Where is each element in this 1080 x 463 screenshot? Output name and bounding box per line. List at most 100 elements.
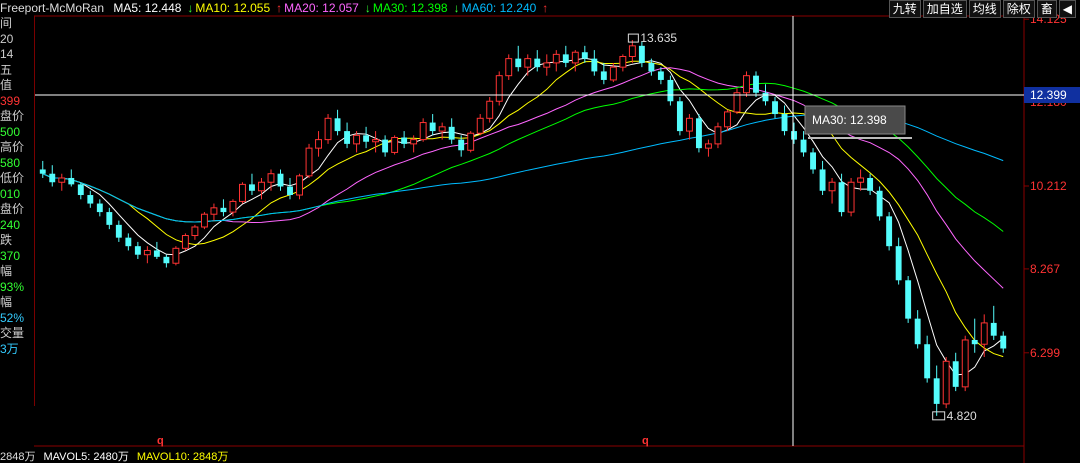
candle-body-71 — [714, 126, 722, 145]
candle-body-36 — [382, 139, 389, 153]
left-panel-row-9: 580 — [0, 155, 21, 170]
low-marker-box — [932, 411, 946, 421]
candle-body-38 — [401, 137, 408, 144]
candle-body-50 — [515, 58, 522, 68]
candle-body-43 — [448, 126, 455, 140]
toolbar-button-4[interactable]: 畜 — [1036, 0, 1057, 18]
ma-value-2: MA20: 12.057 — [284, 1, 359, 15]
candle-body-1 — [49, 173, 56, 183]
candle-body-62 — [628, 45, 636, 57]
candle-body-8 — [115, 224, 122, 238]
candle-body-75 — [753, 75, 759, 93]
candle-body-35 — [372, 139, 380, 143]
candle-body-66 — [667, 79, 674, 102]
candle-body-77 — [772, 101, 778, 115]
ma-value-4: MA60: 12.240 — [461, 1, 537, 15]
candle-body-82 — [819, 169, 826, 191]
candle-body-39 — [410, 139, 418, 145]
candle-body-51 — [524, 58, 532, 68]
candle-body-57 — [581, 52, 588, 59]
candle-body-87 — [867, 177, 874, 191]
candle-body-49 — [505, 58, 513, 77]
candle-body-86 — [857, 177, 865, 183]
candle-body-54 — [552, 53, 560, 64]
left-panel-row-15: 370 — [0, 248, 21, 263]
volume-item-0: 2848万 — [0, 451, 36, 463]
candle-body-3 — [68, 177, 75, 185]
stock-name: Freeport-McMoRan — [0, 1, 105, 15]
candle-body-58 — [591, 58, 598, 72]
candle-body-84 — [838, 182, 845, 213]
ma-value-1: MA10: 12.055 — [195, 1, 271, 15]
candle-body-79 — [791, 131, 797, 140]
left-panel-row-11: 010 — [0, 186, 21, 201]
candle-body-24 — [267, 173, 275, 183]
candle-body-74 — [743, 75, 750, 94]
candle-body-73 — [733, 92, 741, 113]
candle-body-2 — [58, 177, 66, 183]
volume-item-2: MAVOL10: 2848万 — [136, 451, 229, 463]
candle-body-13 — [163, 256, 170, 264]
left-panel-row-20: 交量 — [0, 326, 25, 340]
candle-body-31 — [334, 118, 341, 132]
candle-body-15 — [181, 235, 189, 249]
high-marker-box — [627, 33, 639, 43]
volume-bar: 2848万 MAVOL5: 2480万 MAVOL10: 2848万 — [0, 452, 236, 463]
left-panel-row-13: 240 — [0, 217, 21, 232]
candle-body-78 — [781, 114, 788, 132]
candle-body-0 — [39, 169, 46, 174]
candle-body-19 — [220, 207, 227, 213]
collapse-arrow-icon[interactable]: ◀ — [1058, 0, 1076, 18]
candle-body-17 — [200, 213, 208, 228]
left-panel-row-4: 值 — [0, 78, 13, 92]
y-tick-label-3: 8.267 — [1030, 262, 1060, 276]
toolbar-button-0[interactable]: 九转 — [888, 0, 921, 18]
toolbar-button-2[interactable]: 均线 — [968, 0, 1001, 18]
period-marker-0: q — [157, 435, 164, 447]
candle-body-7 — [106, 212, 113, 225]
candle-body-48 — [495, 75, 503, 102]
candle-body-90 — [895, 246, 902, 281]
candle-body-14 — [172, 247, 180, 264]
candlestick-chart[interactable]: 14.12512.18010.2128.2676.29913.6354.8201… — [0, 0, 1080, 463]
candle-body-53 — [543, 62, 551, 68]
candle-body-20 — [229, 200, 237, 213]
left-panel-row-19: 52% — [0, 310, 25, 325]
candle-body-68 — [685, 117, 693, 132]
ma-arrow-3: ↓ — [453, 1, 460, 15]
candle-body-60 — [609, 66, 617, 81]
candle-body-32 — [344, 131, 351, 144]
left-panel-row-16: 幅 — [0, 264, 13, 278]
candle-body-72 — [724, 111, 731, 128]
ma-tooltip-text: MA30: 12.398 — [812, 113, 887, 127]
candle-body-63 — [638, 45, 645, 63]
candle-body-61 — [619, 55, 627, 68]
candle-body-94 — [933, 378, 940, 404]
candle-body-95 — [942, 360, 950, 405]
left-panel-row-14: 跌 — [0, 233, 13, 247]
left-panel-row-1: 20 — [0, 31, 14, 46]
candle-body-97 — [961, 339, 969, 388]
ma-arrow-1: ↑ — [276, 1, 283, 15]
left-panel-row-21: 3万 — [0, 341, 19, 356]
candle-body-47 — [486, 100, 494, 119]
candle-body-28 — [305, 147, 313, 177]
candle-body-34 — [363, 135, 370, 142]
candle-body-12 — [153, 250, 160, 257]
candle-body-30 — [324, 117, 332, 141]
candle-body-69 — [695, 118, 702, 149]
toolbar-button-3[interactable]: 除权 — [1002, 0, 1035, 18]
candle-body-56 — [571, 51, 579, 64]
chart-stage[interactable]: 14.12512.18010.2128.2676.29913.6354.8201… — [0, 0, 1080, 463]
left-panel-row-7: 500 — [0, 124, 21, 139]
volume-item-1: MAVOL5: 2480万 — [43, 451, 129, 463]
toolbar-button-1[interactable]: 加自选 — [922, 0, 967, 18]
candle-body-92 — [914, 318, 921, 345]
candle-body-21 — [239, 183, 246, 202]
candle-body-100 — [990, 322, 997, 336]
ma-arrow-4: ↑ — [542, 1, 549, 15]
left-panel-row-6: 盘价 — [0, 109, 25, 123]
candle-body-40 — [419, 122, 427, 141]
candle-body-5 — [87, 195, 94, 204]
high-annotation: 13.635 — [640, 31, 677, 45]
